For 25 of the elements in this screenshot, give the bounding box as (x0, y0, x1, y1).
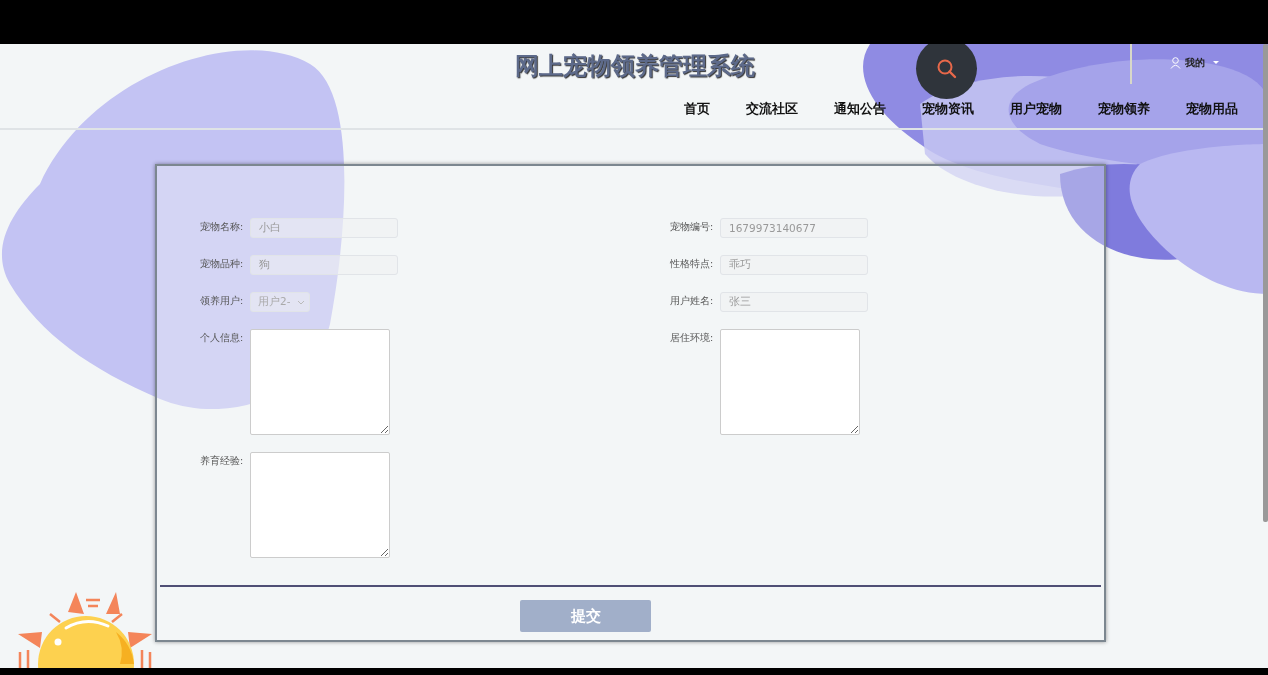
user-menu[interactable]: 我的 (1170, 56, 1221, 70)
field-label: 宠物编号: (670, 220, 714, 234)
field-label: 宠物名称: (200, 220, 244, 234)
field-label: 宠物品种: (200, 257, 244, 271)
field-label: 性格特点: (670, 257, 714, 271)
field-label: 用户姓名: (670, 294, 714, 308)
field-label: 领养用户: (200, 294, 244, 308)
field-label: 个人信息: (200, 331, 244, 345)
field-label: 居住环境: (670, 331, 714, 345)
user-icon (1170, 57, 1181, 69)
text-area[interactable] (250, 329, 390, 435)
text-area[interactable] (250, 452, 390, 558)
nav-link[interactable]: 宠物领养 (1098, 100, 1150, 118)
text-area[interactable] (720, 329, 860, 435)
nav-link[interactable]: 交流社区 (746, 100, 798, 118)
nav-link[interactable]: 首页 (684, 100, 710, 118)
field-label: 养育经验: (200, 454, 244, 468)
scrollbar[interactable] (1263, 44, 1268, 522)
site-title: 网上宠物领养管理系统 (515, 51, 755, 82)
nav-link[interactable]: 宠物资讯 (922, 100, 974, 118)
nav-link[interactable]: 用户宠物 (1010, 100, 1062, 118)
nav-link[interactable]: 通知公告 (834, 100, 886, 118)
search-icon (935, 57, 958, 80)
nav-link[interactable]: 宠物用品 (1186, 100, 1238, 118)
chevron-icon (297, 299, 305, 305)
